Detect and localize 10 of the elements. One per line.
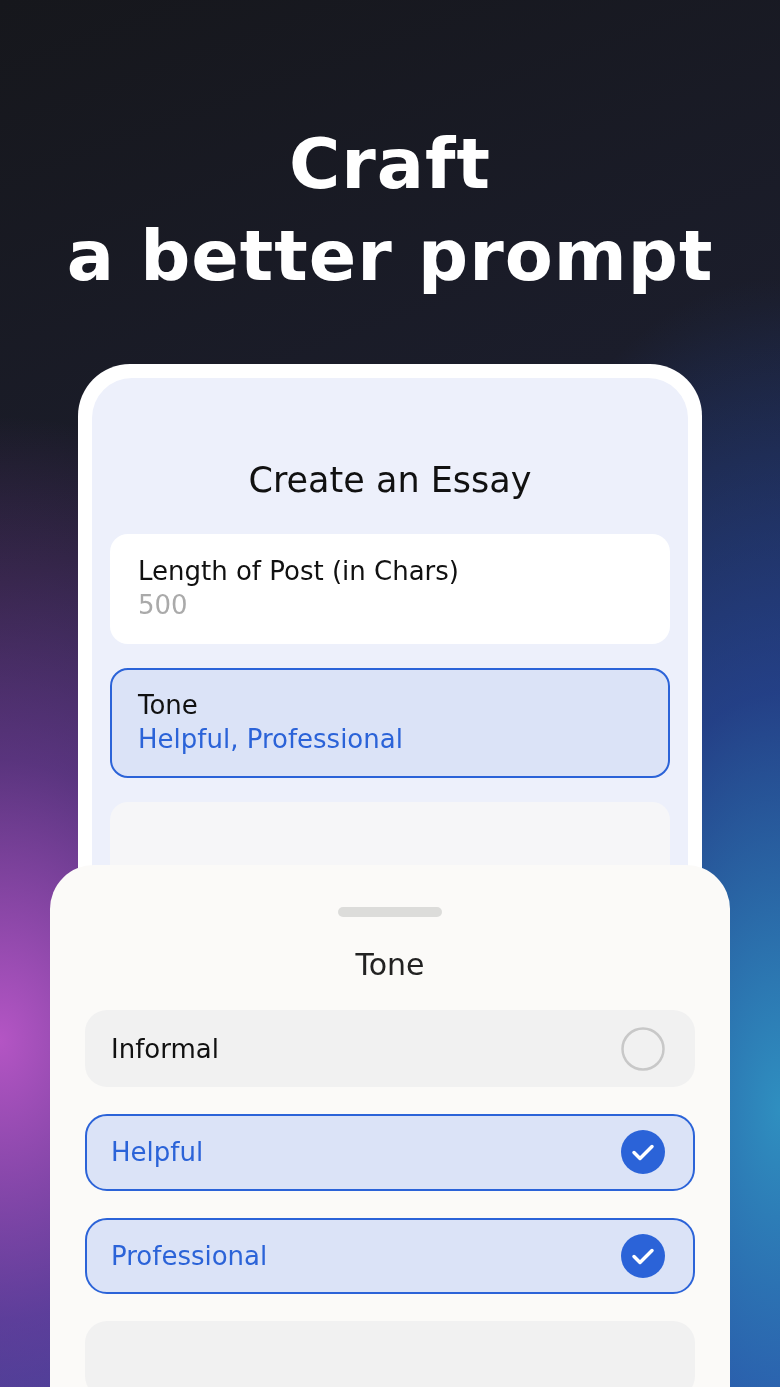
headline: a better prompt — [66, 214, 714, 299]
option-row[interactable]: Helpful — [85, 1113, 695, 1191]
headline: Craft — [288, 122, 491, 207]
form-field[interactable]: Length of Post (in Chars) 500 — [110, 534, 670, 644]
form-field[interactable]: Tone Helpful, Professional — [110, 668, 670, 778]
sheet-title: Tone — [354, 947, 426, 983]
option-row[interactable]: Informal — [85, 1010, 695, 1087]
option-row[interactable]: Professional — [85, 1217, 695, 1295]
drag-handle[interactable] — [338, 907, 442, 918]
screen-title: Create an Essay — [247, 460, 533, 500]
